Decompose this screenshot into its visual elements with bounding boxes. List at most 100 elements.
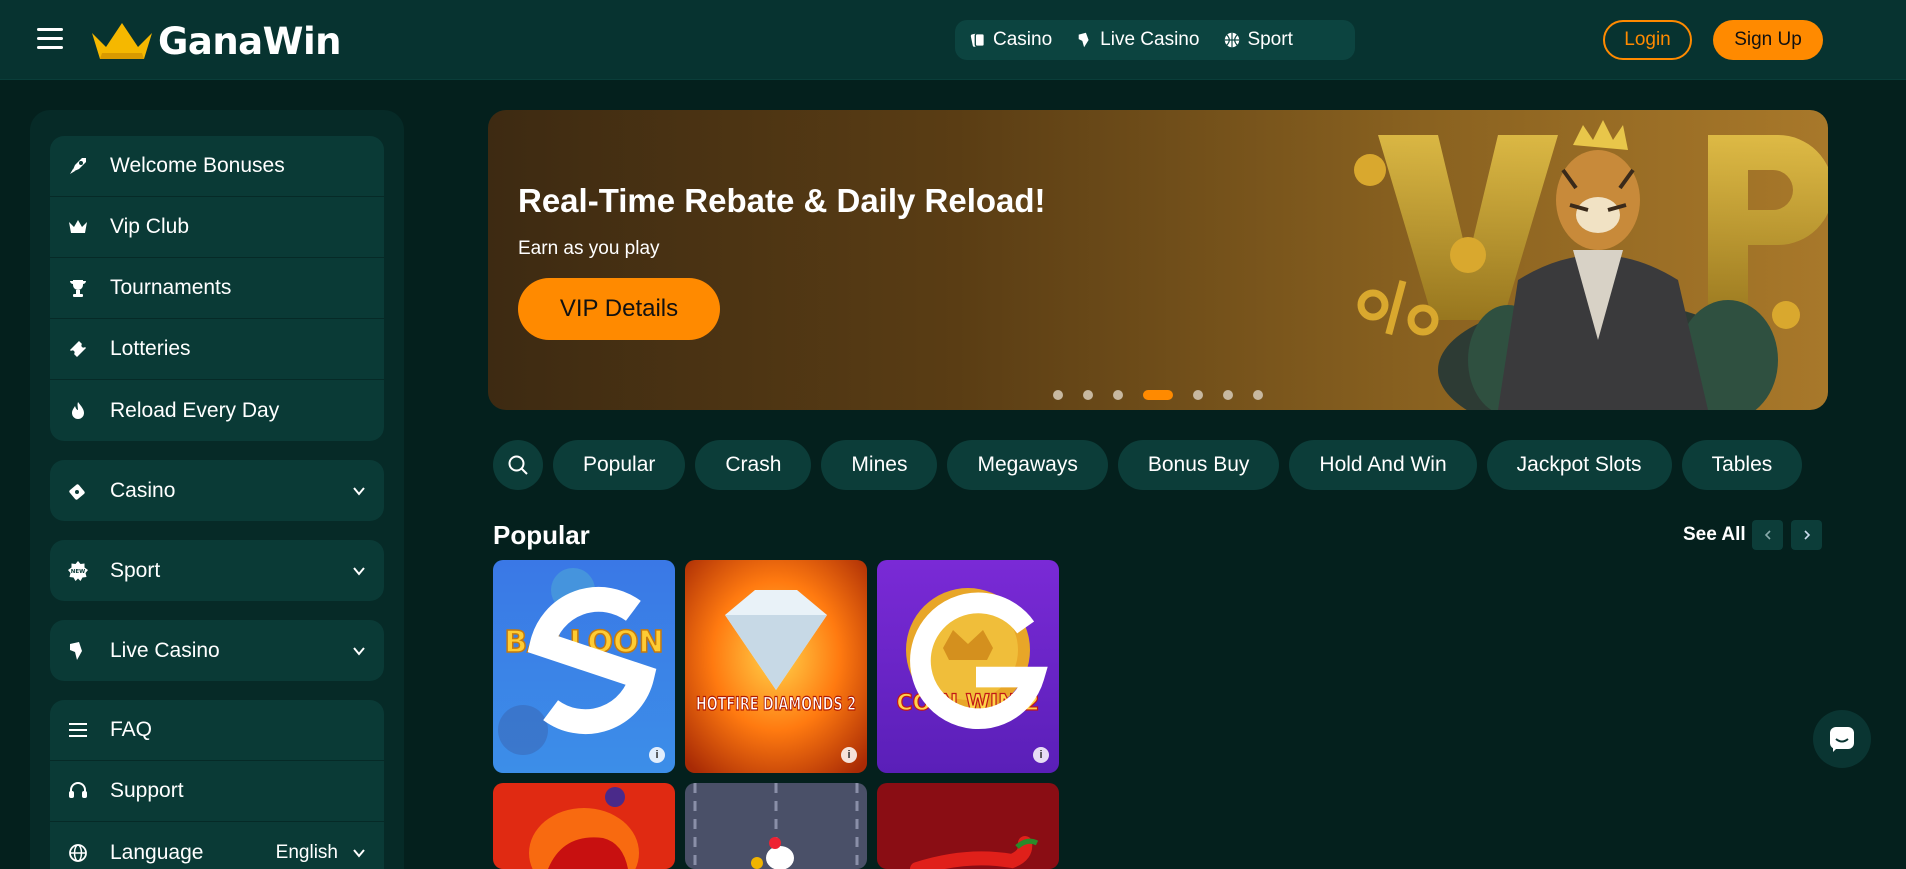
next-button[interactable] bbox=[1791, 520, 1822, 550]
category-chip[interactable]: Popular bbox=[553, 440, 686, 490]
sidebar-item-vip-club[interactable]: Vip Club bbox=[50, 197, 384, 258]
chili-game-art bbox=[493, 783, 675, 869]
sidebar-item-label: Language bbox=[110, 840, 204, 864]
sidebar-item-faq[interactable]: FAQ bbox=[50, 700, 384, 761]
sidebar-item-casino[interactable]: Casino bbox=[50, 460, 384, 521]
info-icon[interactable]: i bbox=[1033, 747, 1049, 763]
banner-title: Real-Time Rebate & Daily Reload! bbox=[518, 182, 1046, 219]
top-bar: GanaWin Casino Live Casino Sport Login S… bbox=[0, 0, 1906, 80]
crown-logo-icon bbox=[92, 23, 152, 59]
sidebar-item-label: Lotteries bbox=[110, 337, 191, 360]
sidebar-item-language[interactable]: Language English bbox=[50, 822, 384, 869]
provider-g-icon bbox=[910, 592, 1048, 730]
sidebar-sport-group: NEW Sport bbox=[50, 540, 384, 601]
flame-icon bbox=[66, 399, 90, 423]
carousel-dot-active[interactable] bbox=[1143, 390, 1173, 400]
cards-icon bbox=[66, 479, 90, 503]
svg-text:HOTFIRE DIAMONDS 2: HOTFIRE DIAMONDS 2 bbox=[696, 693, 856, 715]
prev-button[interactable] bbox=[1752, 520, 1783, 550]
nav-live-casino[interactable]: Live Casino bbox=[1076, 29, 1199, 51]
category-chip[interactable]: Hold And Win bbox=[1289, 440, 1477, 490]
top-nav: Casino Live Casino Sport bbox=[955, 20, 1355, 60]
game-tile-balloon[interactable]: BALLOON i bbox=[493, 560, 675, 773]
live-dealer-icon bbox=[1078, 32, 1089, 48]
game-tile-coin-win-2[interactable]: COIN WIN 2 i bbox=[877, 560, 1059, 773]
chat-icon bbox=[1830, 727, 1854, 752]
globe-icon bbox=[66, 841, 90, 865]
language-value[interactable]: English bbox=[276, 842, 338, 864]
crown-icon bbox=[66, 215, 90, 239]
info-icon[interactable]: i bbox=[841, 747, 857, 763]
vip-tiger-artwork bbox=[1354, 120, 1828, 410]
carousel-dot[interactable] bbox=[1223, 390, 1233, 400]
headset-icon bbox=[66, 779, 90, 803]
search-icon bbox=[508, 455, 528, 475]
nav-casino-label: Casino bbox=[993, 29, 1053, 50]
hot-chili-game-art bbox=[877, 783, 1059, 869]
cards-icon bbox=[970, 33, 985, 47]
carousel-dot[interactable] bbox=[1253, 390, 1263, 400]
sidebar-item-label: Welcome Bonuses bbox=[110, 154, 285, 177]
chevron-left-icon bbox=[1764, 530, 1771, 540]
sidebar-live-casino-group: Live Casino bbox=[50, 620, 384, 681]
nav-sport[interactable]: Sport bbox=[1223, 29, 1293, 51]
chevron-down-icon[interactable] bbox=[352, 644, 366, 658]
sidebar-info-group: FAQ Support Language English bbox=[50, 700, 384, 869]
sidebar-item-lotteries[interactable]: Lotteries bbox=[50, 319, 384, 380]
chevron-down-icon[interactable] bbox=[352, 564, 366, 578]
banner-subtitle: Earn as you play bbox=[518, 238, 660, 259]
vip-details-button[interactable]: VIP Details bbox=[518, 278, 720, 340]
list-icon bbox=[66, 718, 90, 742]
chevron-down-icon[interactable] bbox=[352, 846, 366, 860]
signup-button[interactable]: Sign Up bbox=[1713, 20, 1823, 60]
game-tile-hotfire-diamonds-2[interactable]: HOTFIRE DIAMONDS 2 i bbox=[685, 560, 867, 773]
rocket-icon bbox=[66, 154, 90, 178]
sport-new-icon: NEW bbox=[66, 559, 90, 583]
carousel-dot[interactable] bbox=[1113, 390, 1123, 400]
nav-casino[interactable]: Casino bbox=[969, 29, 1052, 51]
trophy-icon bbox=[66, 276, 90, 300]
sidebar-item-label: FAQ bbox=[110, 718, 153, 741]
ticket-icon bbox=[66, 337, 90, 361]
carousel-dot[interactable] bbox=[1193, 390, 1203, 400]
sidebar-item-reload-every-day[interactable]: Reload Every Day bbox=[50, 380, 384, 441]
game-tile-hot-chili[interactable] bbox=[877, 783, 1059, 869]
category-chip[interactable]: Tables bbox=[1681, 440, 1803, 490]
sidebar-promos: Welcome Bonuses Vip Club Tournaments Lot… bbox=[50, 136, 384, 441]
sidebar-item-tournaments[interactable]: Tournaments bbox=[50, 258, 384, 319]
promo-banner[interactable]: Real-Time Rebate & Daily Reload! Earn as… bbox=[488, 110, 1828, 410]
see-all-link[interactable]: See All bbox=[1683, 524, 1746, 546]
chicken-road-game-art bbox=[685, 783, 867, 869]
menu-icon[interactable] bbox=[37, 28, 63, 50]
carousel-dots bbox=[1053, 390, 1263, 400]
carousel-dot[interactable] bbox=[1083, 390, 1093, 400]
game-tile-chicken-road[interactable] bbox=[685, 783, 867, 869]
category-chip[interactable]: Megaways bbox=[947, 440, 1108, 490]
search-button[interactable] bbox=[493, 440, 543, 490]
category-chip[interactable]: Bonus Buy bbox=[1117, 440, 1280, 490]
category-chip[interactable]: Jackpot Slots bbox=[1486, 440, 1672, 490]
live-dealer-icon bbox=[66, 639, 90, 663]
chat-button[interactable] bbox=[1813, 710, 1871, 768]
login-button[interactable]: Login bbox=[1603, 20, 1692, 60]
game-tile-chili[interactable] bbox=[493, 783, 675, 869]
provider-s-icon bbox=[527, 586, 657, 735]
sidebar-item-label: Sport bbox=[110, 558, 161, 582]
category-bar: Popular Crash Mines Megaways Bonus Buy H… bbox=[493, 440, 1823, 490]
basketball-icon bbox=[1225, 32, 1240, 48]
svg-text:NEW: NEW bbox=[71, 569, 85, 575]
carousel-dot[interactable] bbox=[1053, 390, 1063, 400]
category-chip[interactable]: Crash bbox=[695, 440, 812, 490]
sidebar-item-support[interactable]: Support bbox=[50, 761, 384, 822]
category-chip[interactable]: Mines bbox=[821, 440, 938, 490]
info-icon[interactable]: i bbox=[649, 747, 665, 763]
chevron-down-icon[interactable] bbox=[352, 484, 366, 498]
logo[interactable]: GanaWin bbox=[90, 18, 341, 64]
sidebar-item-label: Tournaments bbox=[110, 276, 232, 299]
sidebar-item-welcome-bonuses[interactable]: Welcome Bonuses bbox=[50, 136, 384, 197]
sidebar-item-label: Support bbox=[110, 779, 184, 802]
nav-live-casino-label: Live Casino bbox=[1100, 29, 1200, 50]
sidebar-item-label: Vip Club bbox=[110, 215, 189, 238]
sidebar-item-sport[interactable]: NEW Sport bbox=[50, 540, 384, 601]
sidebar-item-live-casino[interactable]: Live Casino bbox=[50, 620, 384, 681]
